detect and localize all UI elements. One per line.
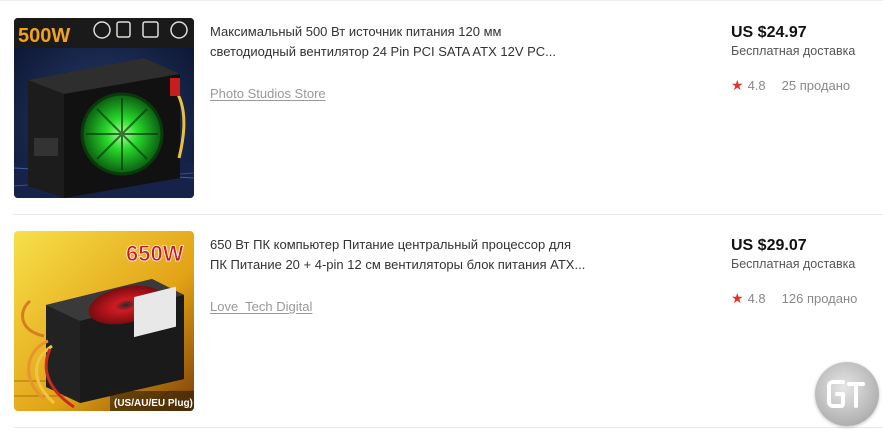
product-price: US $24.97 bbox=[731, 24, 807, 41]
product-title-line2: ПК Питание 20 + 4-pin 12 см вентиляторы … bbox=[210, 257, 586, 272]
shipping-info: Бесплатная доставка bbox=[731, 44, 856, 58]
product-title-line1: Максимальный 500 Вт источник питания 120… bbox=[210, 24, 502, 39]
plug-label: (US/AU/EU Plug) bbox=[114, 398, 193, 409]
product-title-line1: 650 Вт ПК компьютер Питание центральный … bbox=[210, 237, 572, 252]
sold-count: 126 продано bbox=[781, 291, 858, 306]
product-title-line2: светодиодный вентилятор 24 Pin PCI SATA … bbox=[210, 44, 556, 59]
rating-value: 4.8 bbox=[747, 78, 766, 93]
rating-value: 4.8 bbox=[747, 291, 766, 306]
star-icon: ★ bbox=[731, 77, 744, 93]
top-divider bbox=[0, 0, 883, 1]
wattage-label: 650W bbox=[126, 241, 184, 266]
rating-row: ★ 4.8 126 продано bbox=[731, 290, 857, 307]
floating-gt-button[interactable] bbox=[815, 362, 879, 426]
store-link[interactable]: Love Tech Digital bbox=[210, 299, 312, 314]
store-link[interactable]: Photo Studios Store bbox=[210, 86, 326, 101]
rating-row: ★ 4.8 25 продано bbox=[731, 77, 850, 94]
product-image[interactable]: 650W (US/AU/EU Plug) bbox=[14, 231, 194, 411]
product-card[interactable]: 500W Максимальный 500 Вт источник питани… bbox=[0, 2, 883, 215]
sold-count: 25 продано bbox=[781, 78, 851, 93]
gt-logo-icon bbox=[827, 380, 865, 408]
item-divider bbox=[14, 427, 883, 428]
star-icon: ★ bbox=[731, 290, 744, 306]
product-price: US $29.07 bbox=[731, 237, 807, 254]
product-image[interactable]: 500W bbox=[14, 18, 194, 198]
wattage-label: 500W bbox=[18, 25, 70, 47]
product-title[interactable]: Максимальный 500 Вт источник питания 120… bbox=[210, 22, 605, 62]
shipping-info: Бесплатная доставка bbox=[731, 257, 856, 271]
product-title[interactable]: 650 Вт ПК компьютер Питание центральный … bbox=[210, 235, 605, 275]
product-card[interactable]: 650W (US/AU/EU Plug) 650 Вт ПК компьютер… bbox=[0, 215, 883, 428]
